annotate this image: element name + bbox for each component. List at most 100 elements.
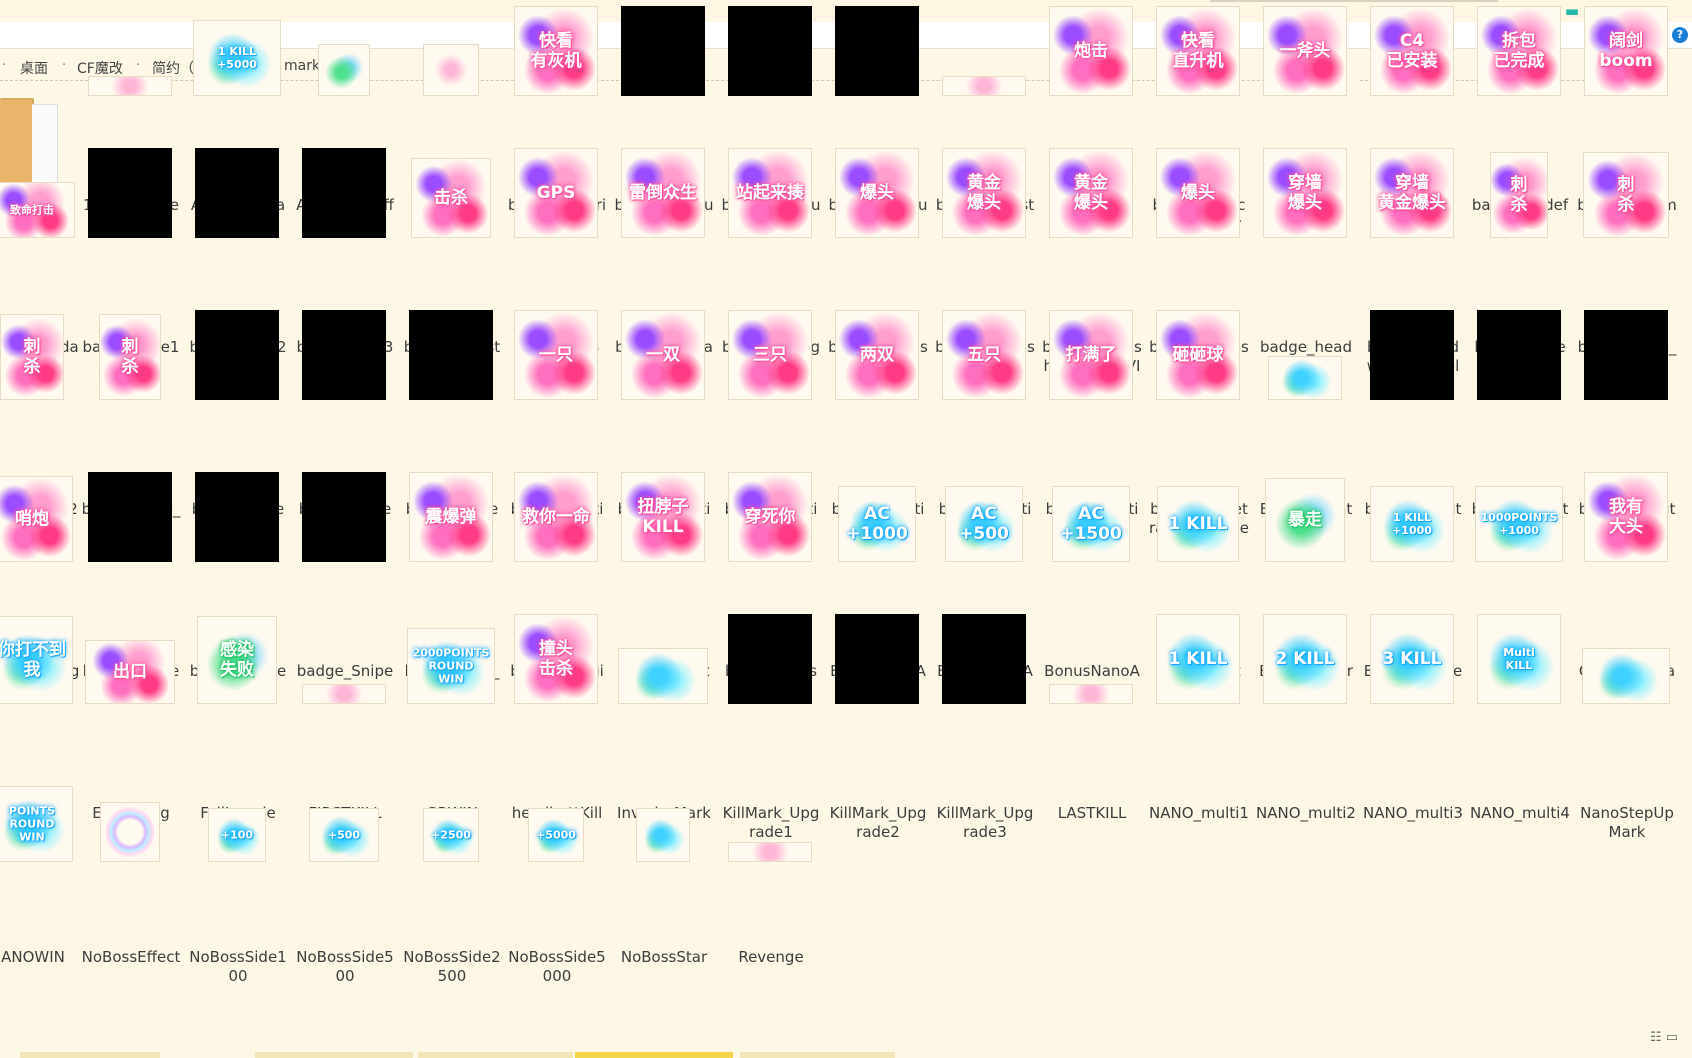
thumbnail-icon — [302, 310, 386, 400]
thumbnail-caption: AC +1500 — [1060, 504, 1122, 544]
thumbnail-icon: 爆头 — [835, 148, 919, 238]
thumbnail-icon: 我有 大头 — [1584, 472, 1668, 562]
thumbnail-caption: 感染 失败 — [220, 640, 254, 680]
thumbnail-caption: 五只 — [967, 345, 1001, 365]
thumbnail-icon: 穿墙 黄金爆头 — [1370, 148, 1454, 238]
thumbnail-caption: 击杀 — [434, 188, 468, 208]
thumbnail-icon: POINTS ROUND WIN — [0, 786, 73, 862]
thumbnail-caption: +500 — [327, 828, 361, 842]
breadcrumb-mark[interactable]: mark — [284, 58, 320, 74]
thumbnail-icon — [942, 614, 1026, 704]
thumbnail-caption: 暴走 — [1288, 510, 1322, 530]
thumbnail-caption: 站起来揍 — [736, 183, 804, 203]
thumbnail-icon: 感染 失败 — [197, 616, 277, 704]
file-name-label: NANO_multi2 — [1256, 804, 1356, 822]
thumbnail-icon: 哨炮 — [0, 476, 73, 562]
thumbnail-icon — [1477, 310, 1561, 400]
thumbnail-icon: 快看 直升机 — [1156, 6, 1240, 96]
thumbnail-icon: 黄金 爆头 — [1049, 148, 1133, 238]
thumbnail-caption: 3 KILL — [1382, 649, 1442, 669]
thumbnail-icon: 暴走 — [1265, 478, 1345, 562]
thumbnail-caption: +2500 — [431, 828, 471, 842]
thumbnail-caption: 刺 杀 — [23, 337, 41, 377]
thumbnail-caption: +5000 — [536, 828, 576, 842]
thumbnail-icon: 3 KILL — [1370, 614, 1454, 704]
file-name-label: NoBossSide500 — [296, 948, 394, 985]
thumbnail-caption: C4 已安装 — [1386, 31, 1438, 71]
thumbnail-icon — [1268, 356, 1342, 400]
thumbnail-caption: 1 KILL — [1168, 514, 1228, 534]
thumbnail-icon: 站起来揍 — [728, 148, 812, 238]
thumbnail-icon: 撞头 击杀 — [514, 614, 598, 704]
thumbnail-icon: 砸砸球 — [1156, 310, 1240, 400]
thumbnail-icon: 打满了 — [1049, 310, 1133, 400]
thumbnail-icon — [636, 808, 690, 862]
help-icon[interactable]: ? — [1672, 27, 1688, 43]
title-tab-strip — [1210, 0, 1498, 2]
thumbnail-caption: 一双 — [646, 345, 680, 365]
thumbnail-icon: +5000 — [528, 808, 584, 862]
thumbnail-icon — [621, 6, 705, 96]
thumbnail-caption: 救你一命 — [522, 507, 590, 527]
thumbnail-caption: 砸砸球 — [1172, 345, 1224, 365]
file-name-label: NoBossSide100 — [189, 948, 287, 985]
file-name-label: KillMark_Upgrade1 — [722, 804, 820, 841]
thumbnail-icon: 穿墙 爆头 — [1263, 148, 1347, 238]
thumbnail-caption: 阔剑 boom — [1599, 31, 1653, 71]
thumbnail-caption: 1 KILL — [1168, 649, 1228, 669]
thumbnail-caption: 扭脖子 KILL — [637, 497, 689, 537]
thumbnail-caption: 刺 杀 — [1617, 175, 1635, 215]
thumbnail-caption: 1000POINTS +1000 — [1480, 511, 1558, 537]
file-name-label: NanoStepUpMark — [1580, 804, 1674, 841]
thumbnail-icon: 1 KILL — [1157, 486, 1239, 562]
thumbnail-caption: 快看 直升机 — [1172, 31, 1224, 71]
thumbnail-icon: 三只 — [728, 310, 812, 400]
status-bar — [0, 1050, 1692, 1058]
thumbnail-icon — [302, 472, 386, 562]
breadcrumb-desktop[interactable]: 桌面 — [20, 58, 48, 78]
thumbnail-caption: 我有 大头 — [1609, 497, 1643, 537]
thumbnail-caption: 黄金 爆头 — [1074, 173, 1108, 213]
thumbnail-icon — [1370, 310, 1454, 400]
view-mode-icons[interactable]: ☷ ▭ — [1650, 1030, 1678, 1045]
thumbnail-icon: C4 已安装 — [1370, 6, 1454, 96]
minimize-button[interactable]: ▬ — [1560, 1, 1584, 21]
thumbnail-icon: AC +1000 — [838, 486, 916, 562]
thumbnail-icon: 致命打击 — [0, 182, 75, 238]
thumbnail-icon: 一双 — [621, 310, 705, 400]
thumbnail-icon — [618, 648, 708, 704]
thumbnail-icon: 两双 — [835, 310, 919, 400]
thumbnail-caption: 穿死你 — [744, 507, 796, 527]
breadcrumb-separator: · — [62, 58, 67, 73]
file-name-label: NANO_multi3 — [1363, 804, 1463, 822]
thumbnail-caption: 穿墙 黄金爆头 — [1378, 173, 1446, 213]
thumbnail-icon: GPS — [514, 148, 598, 238]
breadcrumb-cf-mod[interactable]: CF魔改 — [77, 58, 123, 78]
thumbnail-caption: 一只 — [539, 345, 573, 365]
thumbnail-icon: 阔剑 boom — [1584, 6, 1668, 96]
thumbnail-caption: GPS — [536, 183, 576, 203]
folder-icon[interactable] — [0, 96, 58, 188]
thumbnail-caption: POINTS ROUND WIN — [8, 804, 56, 844]
thumbnail-caption: 哨炮 — [15, 509, 49, 529]
thumbnail-icon: 黄金 爆头 — [942, 148, 1026, 238]
thumbnail-icon: 2 KILL — [1263, 614, 1347, 704]
thumbnail-caption: 穿墙 爆头 — [1288, 173, 1322, 213]
thumbnail-caption: 出口 — [113, 662, 147, 682]
thumbnail-icon — [728, 842, 812, 862]
thumbnail-icon: 你打不到我 — [0, 616, 73, 704]
thumbnail-icon — [409, 310, 493, 400]
thumbnail-caption: 黄金 爆头 — [967, 173, 1001, 213]
thumbnail-icon: +100 — [208, 808, 266, 862]
thumbnail-caption: 2 KILL — [1275, 649, 1335, 669]
thumbnail-icon — [88, 148, 172, 238]
file-name-label: NANO_multi1 — [1149, 804, 1249, 822]
thumbnail-caption: 爆头 — [860, 183, 894, 203]
thumbnail-icon: 1 KILL +5000 — [193, 20, 281, 96]
thumbnail-icon — [1049, 684, 1133, 704]
file-name-label: KillMark_Upgrade3 — [936, 804, 1034, 841]
thumbnail-icon: 快看 有灰机 — [514, 6, 598, 96]
thumbnail-caption: +100 — [220, 828, 254, 842]
thumbnail-caption: 打满了 — [1065, 345, 1117, 365]
file-name-label: KillMark_Upgrade2 — [829, 804, 927, 841]
